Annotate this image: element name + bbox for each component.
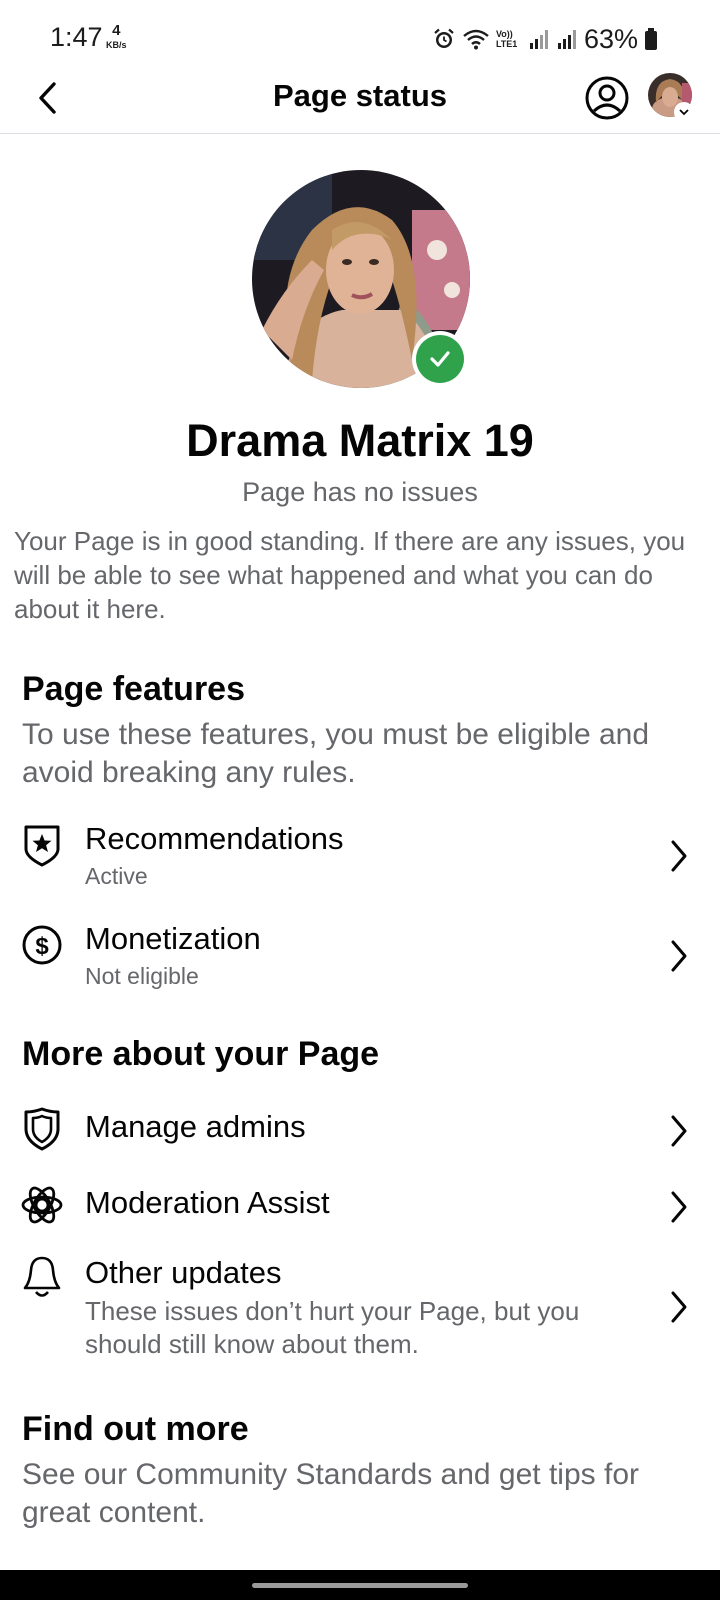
svg-text:$: $ <box>35 933 49 960</box>
account-menu-button[interactable] <box>674 102 694 122</box>
signal-icon <box>529 30 548 49</box>
recommendations-status: Active <box>85 863 148 889</box>
network-speed-value: 4 <box>112 22 121 39</box>
recommendations-row[interactable]: Recommendations Active <box>0 820 720 896</box>
page-status-text: Page has no issues <box>242 477 478 507</box>
chevron-down-icon <box>679 109 689 116</box>
chevron-right-icon <box>664 1287 694 1327</box>
page-name: Drama Matrix 19 <box>186 415 534 466</box>
network-speed: 4 KB/s <box>106 22 127 52</box>
gear-atom-icon <box>20 1183 64 1227</box>
signal-icon-2 <box>557 30 576 49</box>
status-time: 1:47 <box>50 22 103 52</box>
moderation-assist-label: Moderation Assist <box>85 1185 330 1220</box>
find-out-more-heading: Find out more <box>22 1410 249 1448</box>
system-navigation-bar <box>0 1570 720 1600</box>
verified-badge-fill <box>416 335 464 383</box>
monetization-label: Monetization <box>85 921 261 956</box>
moderation-assist-row[interactable]: Moderation Assist <box>0 1181 720 1237</box>
chevron-right-icon <box>664 836 694 876</box>
chevron-right-icon <box>664 936 694 976</box>
network-speed-unit: KB/s <box>106 40 127 50</box>
manage-admins-label: Manage admins <box>85 1109 306 1144</box>
wifi-icon <box>463 29 489 50</box>
network-type-label: Vo)) LTE1 <box>495 29 518 49</box>
profile-switch-button[interactable] <box>584 75 630 121</box>
shield-star-icon <box>20 823 64 867</box>
recommendations-label: Recommendations <box>85 821 344 856</box>
more-about-heading: More about your Page <box>22 1035 380 1073</box>
other-updates-row[interactable]: Other updates These issues don’t hurt yo… <box>0 1255 720 1375</box>
monetization-row[interactable]: $ Monetization Not eligible <box>0 920 720 996</box>
checkmark-icon <box>430 351 450 367</box>
page-features-heading: Page features <box>22 670 245 708</box>
chevron-right-icon <box>664 1187 694 1227</box>
chevron-right-icon <box>664 1111 694 1151</box>
manage-admins-row[interactable]: Manage admins <box>0 1105 720 1161</box>
verified-badge <box>412 331 468 387</box>
status-icons: Vo)) LTE1 63% <box>432 22 658 56</box>
battery-percentage: 63% <box>583 23 638 54</box>
home-indicator[interactable] <box>252 1583 468 1588</box>
bell-icon <box>20 1255 64 1299</box>
other-updates-description: These issues don’t hurt your Page, but y… <box>85 1296 580 1359</box>
battery-icon <box>645 28 657 50</box>
app-header: Page status <box>0 66 720 134</box>
person-circle-icon <box>585 76 629 120</box>
page-status-description: Your Page is in good standing. If there … <box>14 526 686 624</box>
alarm-icon <box>434 28 454 48</box>
monetization-status: Not eligible <box>85 963 199 989</box>
other-updates-label: Other updates <box>85 1255 282 1290</box>
dollar-circle-icon: $ <box>20 923 64 967</box>
shield-icon <box>20 1107 64 1151</box>
find-out-more-subtitle[interactable]: See our Community Standards and get tips… <box>22 1456 702 1532</box>
page-features-subtitle: To use these features, you must be eligi… <box>22 718 650 789</box>
